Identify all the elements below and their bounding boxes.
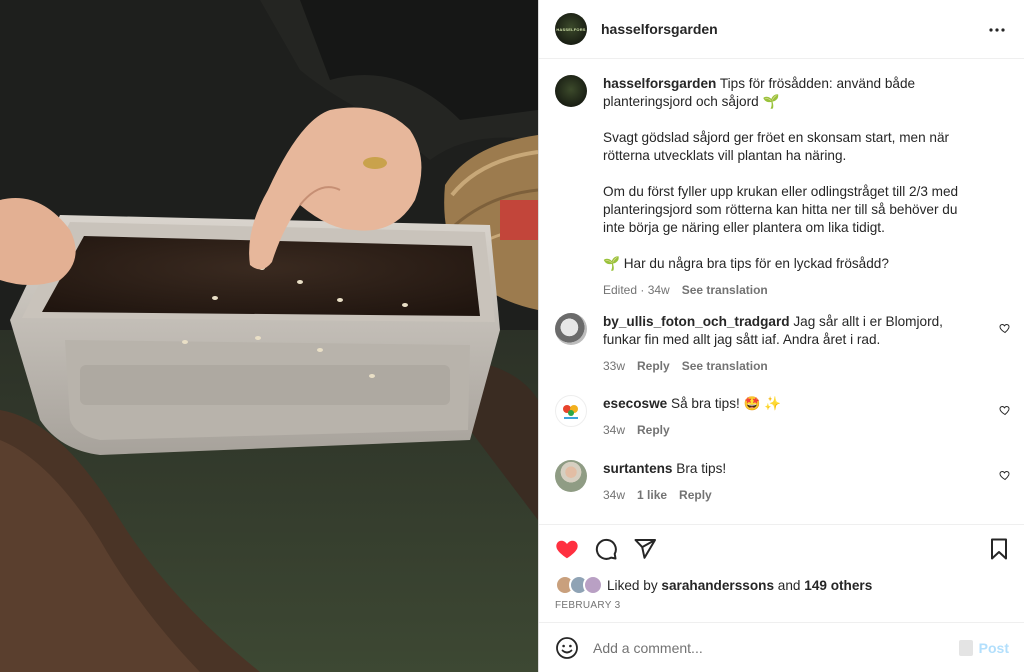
more-options-icon[interactable] bbox=[985, 18, 1009, 42]
liked-by-and: and bbox=[777, 577, 801, 593]
post-actions: Liked by sarahanderssons and 149 others … bbox=[539, 524, 1024, 622]
caption-meta: Edited · 34w See translation bbox=[603, 281, 983, 299]
comment-like-count[interactable]: 1 like bbox=[637, 486, 667, 504]
reply-button[interactable]: Reply bbox=[637, 357, 670, 375]
comment-text: Så bra tips! 🤩 ✨ bbox=[671, 396, 782, 411]
caption-paragraph-4: 🌱 Har du några bra tips för en lyckad fr… bbox=[603, 256, 889, 271]
account-username[interactable]: hasselforsgarden bbox=[601, 21, 718, 37]
post-date[interactable]: FEBRUARY 3 bbox=[555, 600, 620, 611]
caption-username[interactable]: hasselforsgarden bbox=[603, 76, 716, 91]
likes-others-link[interactable]: 149 others bbox=[804, 578, 872, 593]
comment-meta: 34w 1 like Reply bbox=[603, 486, 969, 504]
comment-item: by_ullis_foton_och_tradgard Jag sår allt… bbox=[555, 313, 969, 375]
comment-time: 33w bbox=[603, 359, 626, 373]
comment-item: surtantens Bra tips! 34w 1 like Reply bbox=[555, 460, 969, 504]
comment-body: by_ullis_foton_och_tradgard Jag sår allt… bbox=[603, 313, 969, 375]
caption-paragraph-3: Om du först fyller upp krukan eller odli… bbox=[603, 184, 959, 235]
caption-paragraph-2: Svagt gödslad såjord ger fröet en skonsa… bbox=[603, 130, 950, 163]
add-comment-bar: Post bbox=[539, 622, 1024, 672]
seed-tray-photo bbox=[0, 0, 538, 672]
liker-avatars[interactable] bbox=[555, 575, 607, 595]
comment-time: 34w bbox=[603, 488, 626, 502]
eseco-logo-icon bbox=[563, 405, 578, 419]
like-heart-icon[interactable] bbox=[555, 537, 579, 561]
reply-button[interactable]: Reply bbox=[637, 421, 670, 439]
comment-avatar[interactable] bbox=[555, 395, 587, 427]
liker-avatar bbox=[583, 575, 603, 595]
emoji-smiley-icon[interactable] bbox=[555, 636, 579, 660]
emoji-picker-toggle[interactable] bbox=[959, 640, 973, 656]
post-comment-button[interactable]: Post bbox=[979, 640, 1009, 656]
liked-by-prefix: Liked by bbox=[607, 577, 658, 593]
logo-text: HASSELFORS bbox=[556, 26, 586, 32]
comment-username[interactable]: by_ullis_foton_och_tradgard bbox=[603, 314, 790, 329]
comment-avatar[interactable] bbox=[555, 460, 587, 492]
caption-block: hasselforsgarden Tips för frösådden: anv… bbox=[555, 75, 983, 299]
post-side-panel: HASSELFORS hasselforsgarden hasselforsga… bbox=[538, 0, 1024, 672]
comment-like-heart-icon[interactable] bbox=[999, 404, 1011, 416]
see-translation-link[interactable]: See translation bbox=[682, 357, 768, 375]
likes-summary: Liked by sarahanderssons and 149 others bbox=[555, 575, 872, 595]
liked-by-username[interactable]: sarahanderssons bbox=[661, 578, 774, 593]
caption-avatar[interactable] bbox=[555, 75, 587, 107]
share-paper-plane-icon[interactable] bbox=[633, 537, 657, 561]
comment-meta: 33w Reply See translation bbox=[603, 357, 969, 375]
comment-time: 34w bbox=[603, 423, 626, 437]
comment-meta: 34w Reply bbox=[603, 421, 969, 439]
comment-bubble-icon[interactable] bbox=[594, 537, 618, 561]
comment-body: esecoswe Så bra tips! 🤩 ✨ 34w Reply bbox=[603, 395, 969, 439]
caption-body: hasselforsgarden Tips för frösådden: anv… bbox=[603, 75, 983, 299]
comment-username[interactable]: esecoswe bbox=[603, 396, 667, 411]
post-header: HASSELFORS hasselforsgarden bbox=[539, 0, 1024, 59]
save-bookmark-icon[interactable] bbox=[987, 537, 1011, 561]
comment-like-heart-icon[interactable] bbox=[999, 469, 1011, 481]
comments-section[interactable]: hasselforsgarden Tips för frösådden: anv… bbox=[539, 59, 1024, 524]
caption-edited-time: Edited · 34w bbox=[603, 283, 670, 297]
comment-like-heart-icon[interactable] bbox=[999, 322, 1011, 334]
comment-item: esecoswe Så bra tips! 🤩 ✨ 34w Reply bbox=[555, 395, 969, 439]
comment-avatar[interactable] bbox=[555, 313, 587, 345]
reply-button[interactable]: Reply bbox=[679, 486, 712, 504]
account-avatar[interactable]: HASSELFORS bbox=[555, 13, 587, 45]
comment-input[interactable] bbox=[593, 639, 933, 656]
post-photo[interactable] bbox=[0, 0, 538, 672]
comment-username[interactable]: surtantens bbox=[603, 461, 673, 476]
comment-text: Bra tips! bbox=[676, 461, 727, 476]
caption-see-translation-link[interactable]: See translation bbox=[682, 281, 768, 299]
comment-body: surtantens Bra tips! 34w 1 like Reply bbox=[603, 460, 969, 504]
post-modal: HASSELFORS hasselforsgarden hasselforsga… bbox=[0, 0, 1024, 672]
